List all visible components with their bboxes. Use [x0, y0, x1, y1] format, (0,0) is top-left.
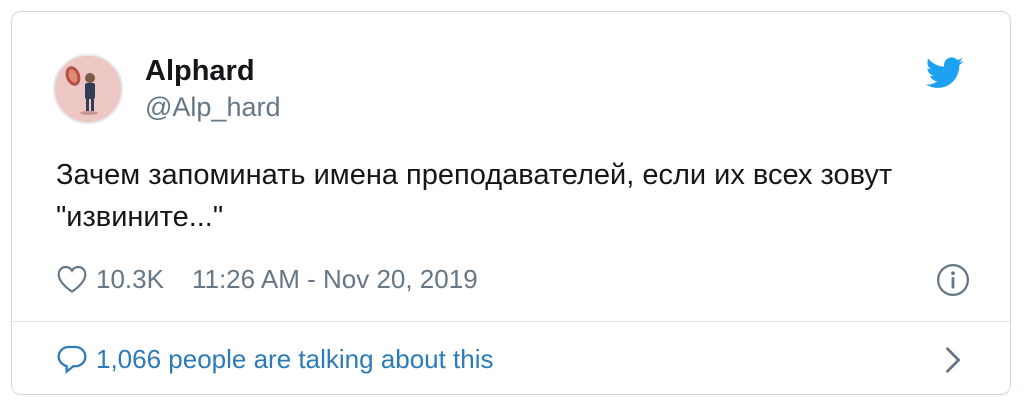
tweet-header: Alphard @Alp_hard: [53, 52, 281, 126]
like-count: 10.3K: [96, 263, 164, 294]
tweet-timestamp[interactable]: 11:26 AM - Nov 20, 2019: [192, 264, 478, 295]
avatar[interactable]: [53, 54, 123, 124]
twitter-bird-icon[interactable]: [926, 57, 964, 89]
heart-icon: [57, 265, 87, 293]
like-button[interactable]: 10.3K: [56, 264, 164, 295]
chevron-right-icon[interactable]: [944, 346, 962, 374]
divider: [12, 321, 1010, 322]
tweet-embed-card[interactable]: Alphard @Alp_hard Зачем запоминать имена…: [11, 11, 1011, 395]
conversation-link[interactable]: 1,066 people are talking about this: [56, 339, 494, 379]
tweet-meta: 10.3K 11:26 AM - Nov 20, 2019: [56, 260, 478, 298]
author-display-name[interactable]: Alphard: [145, 53, 281, 89]
speech-bubble-icon: [57, 345, 87, 374]
author-handle[interactable]: @Alp_hard: [145, 89, 281, 125]
author-names: Alphard @Alp_hard: [145, 53, 281, 125]
talking-about-label: 1,066 people are talking about this: [96, 343, 494, 374]
tweet-text: Зачем запоминать имена преподавателей, е…: [56, 159, 893, 233]
avatar-illustration: [55, 56, 121, 122]
info-icon[interactable]: [936, 263, 970, 297]
